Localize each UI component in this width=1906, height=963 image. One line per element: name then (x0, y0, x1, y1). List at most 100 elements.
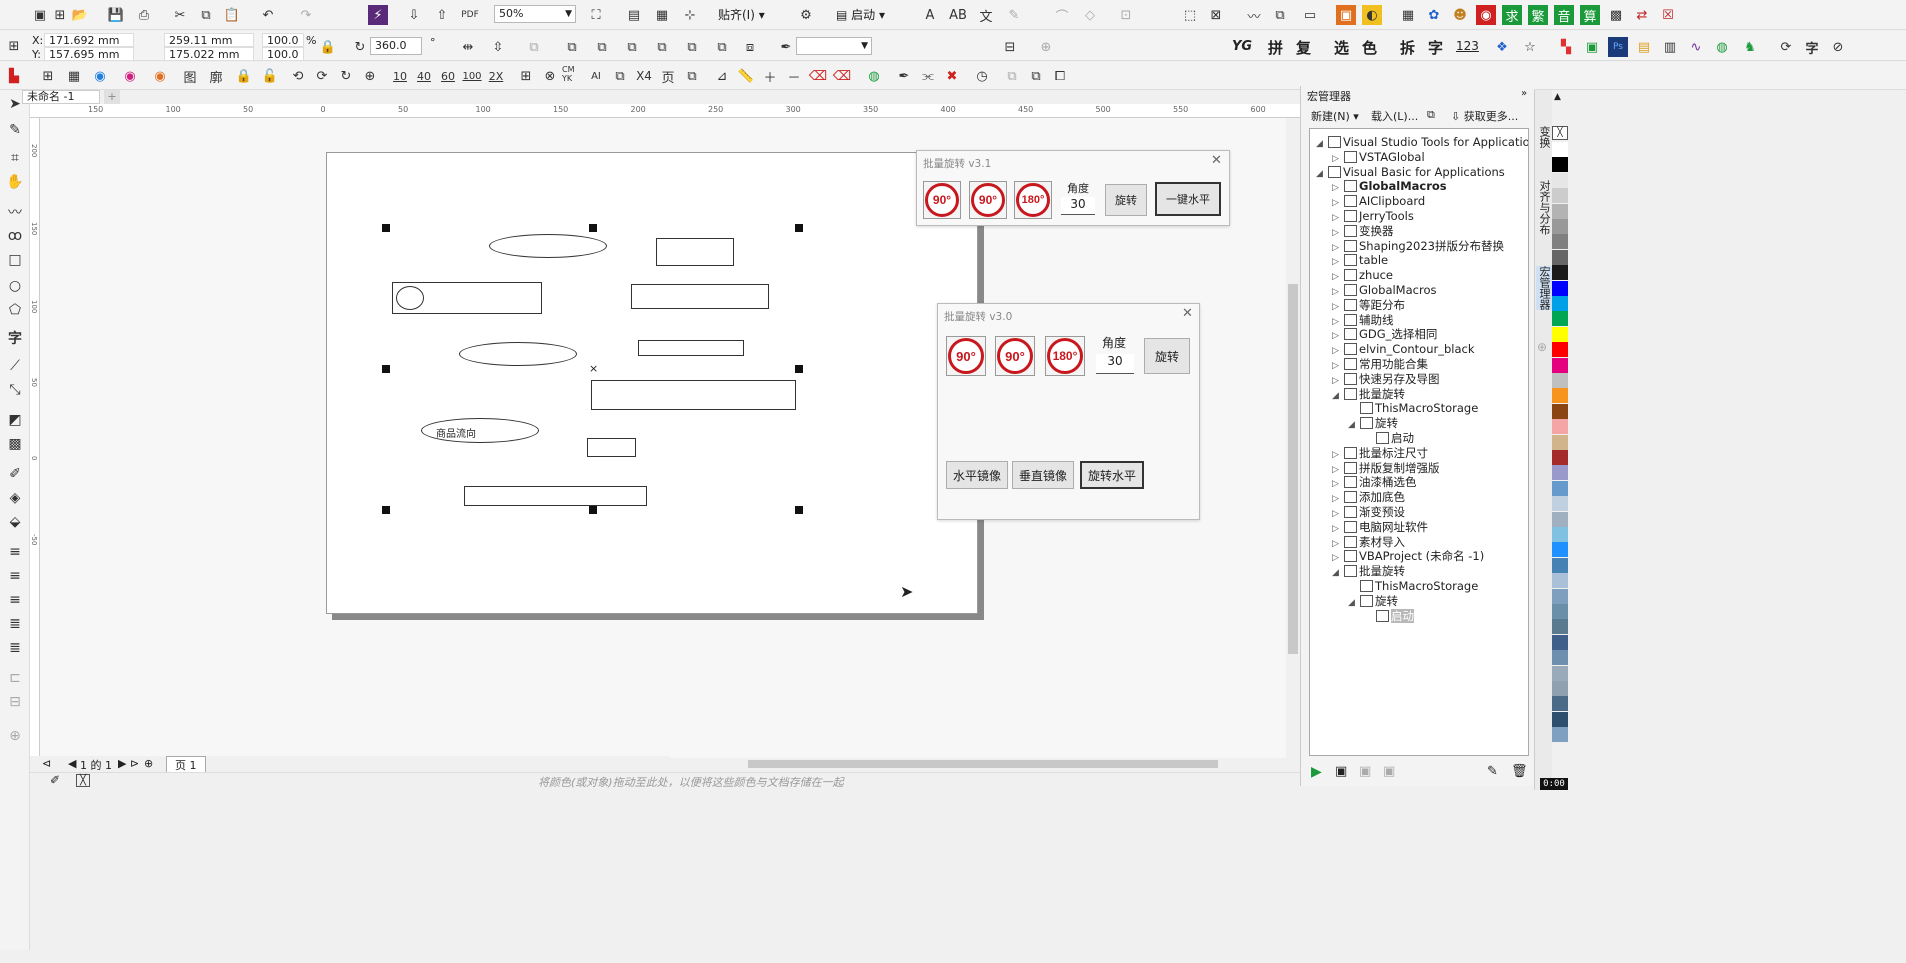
green-logo-icon[interactable]: ◍ (864, 66, 884, 86)
crop-tool-icon[interactable]: ⌗ (2, 146, 28, 170)
new-from-template-icon[interactable]: ⊞ (50, 5, 70, 25)
undo-icon[interactable]: ↶ (258, 5, 278, 25)
rectangle-tool-icon[interactable]: □ (2, 248, 28, 272)
color-swatch[interactable] (1552, 511, 1568, 527)
pen-icon[interactable]: ✎ (1004, 5, 1024, 25)
rotate-cycle-icon[interactable]: ↻ (336, 66, 356, 86)
color-swatch[interactable] (1552, 373, 1568, 388)
color-swatch[interactable] (1552, 311, 1568, 327)
y-position-field[interactable]: 157.695 mm (44, 47, 134, 61)
pen-tool-icon[interactable]: ✒ (894, 66, 914, 86)
print-icon[interactable]: ⎙ (134, 5, 154, 25)
color-swatch[interactable] (1552, 296, 1568, 311)
color-swatch[interactable] (1552, 527, 1568, 542)
color-swatch[interactable] (1552, 619, 1568, 635)
stamp-icon[interactable]: ⧠ (1050, 66, 1070, 86)
selection-handle[interactable] (795, 365, 803, 373)
mirror-horizontal-button[interactable]: 水平镜像 (946, 461, 1008, 489)
copy-icon[interactable]: ⧉ (196, 5, 216, 25)
folder-icon[interactable]: ▤ (1634, 37, 1654, 57)
color-swatch[interactable] (1552, 465, 1568, 481)
mirror-v-icon[interactable]: ⇳ (488, 37, 508, 57)
copy-frame-icon[interactable]: ⧉ (1270, 5, 1290, 25)
unlock-icon[interactable]: 🔓 (260, 66, 280, 86)
tb-60[interactable]: 60 (438, 66, 458, 86)
color-swatch[interactable] (1552, 203, 1568, 219)
delete-macro-icon[interactable]: 🗑 (1511, 764, 1528, 779)
snap-to-button[interactable]: 贴齐(I) ▾ (718, 6, 765, 23)
corel-connect-icon[interactable]: ⚡ (368, 5, 388, 25)
outline-pen-icon[interactable]: ✒ (776, 37, 796, 57)
lock-ratio-icon[interactable]: 🔒 (318, 37, 338, 57)
color-swatch[interactable] (1552, 249, 1568, 265)
qiu-icon[interactable]: 求 (1502, 5, 1522, 25)
horizontal-scrollbar[interactable] (672, 758, 1286, 770)
tu-icon[interactable]: 图 (180, 66, 200, 86)
tb-40[interactable]: 40 (414, 66, 434, 86)
expand-arrow-icon[interactable]: ◢ (1316, 135, 1328, 153)
copy-macro-icon[interactable]: ⧉ (1427, 108, 1435, 122)
rotate-button[interactable]: 旋转 (1105, 184, 1147, 216)
macro-tree-item[interactable]: 启动 (1364, 607, 1414, 625)
tb-100[interactable]: 100 (462, 66, 482, 86)
crosshair-icon[interactable]: ⊗ (540, 66, 560, 86)
yin-icon[interactable]: 音 (1554, 5, 1574, 25)
document-palette-bar[interactable]: ✐ ╳ 将颜色(或对象)拖动至此处，以便将这些颜色与文档存储在一起 (30, 772, 1300, 789)
color-swatch[interactable] (1552, 634, 1568, 650)
bitmap-icon[interactable]: ▭ (1300, 5, 1320, 25)
trim-icon[interactable]: ⧉ (592, 37, 612, 57)
dimension-tool-icon[interactable]: ⟋ (2, 354, 28, 378)
delete-red-icon[interactable]: ✖ (942, 66, 962, 86)
color-swatch[interactable] (1552, 219, 1568, 234)
color-swatch[interactable] (1552, 711, 1568, 727)
shape-tool-icon[interactable]: ✎ (2, 118, 28, 142)
dup-icon[interactable]: ⧉ (1026, 66, 1046, 86)
pdf-icon[interactable]: PDF (460, 5, 480, 25)
side-tab-macro[interactable]: 宏管理器 (1536, 266, 1552, 310)
color-swatch[interactable] (1552, 403, 1568, 419)
red-app-icon[interactable]: ◉ (1476, 5, 1496, 25)
freehand-tool-icon[interactable]: 〰 (2, 200, 28, 224)
new-macro-button[interactable]: 新建(N) ▾ (1311, 108, 1359, 124)
vertical-scrollbar[interactable] (1286, 118, 1300, 758)
align-left-icon[interactable]: ≡ (2, 540, 28, 564)
color-swatch[interactable] (1552, 650, 1568, 666)
color-swatch[interactable] (1552, 388, 1568, 404)
run-macro-icon[interactable]: ▶ (1311, 764, 1322, 780)
close-box-icon[interactable]: ☒ (1658, 5, 1678, 25)
show-rulers-icon[interactable]: ▤ (624, 5, 644, 25)
edit-macro-icon[interactable]: ✎ (1487, 764, 1498, 779)
prev-page-icon[interactable]: ◀ (68, 757, 76, 770)
erase-icon[interactable]: ⊘ (1828, 37, 1848, 57)
shadow-tool-icon[interactable]: ◩ (2, 408, 28, 432)
color-swatch[interactable] (1552, 573, 1568, 589)
ellipse-shape[interactable] (489, 234, 607, 258)
selection-handle[interactable] (382, 224, 390, 232)
color-swatch[interactable] (1552, 542, 1568, 558)
zoom-select[interactable]: 50% ▼ (494, 5, 576, 23)
launch-button[interactable]: ▤ 启动 ▾ (836, 6, 885, 23)
page-layout-icon[interactable]: ⧉ (682, 66, 702, 86)
expand-arrow-icon[interactable]: ◢ (1348, 594, 1360, 612)
expand-arrow-icon[interactable]: ◢ (1348, 416, 1360, 434)
add-dock-icon[interactable]: ⊕ (1537, 340, 1547, 354)
color-swatch[interactable] (1552, 342, 1568, 358)
tb-ye[interactable]: 页 (658, 66, 678, 86)
document-tab[interactable]: 未命名 -1 (22, 90, 100, 104)
refresh-icon[interactable]: ⟳ (1776, 37, 1796, 57)
front-minus-back-icon[interactable]: ⧉ (682, 37, 702, 57)
back-minus-front-icon[interactable]: ⧉ (712, 37, 732, 57)
redo-icon[interactable]: ↷ (296, 5, 316, 25)
align-right-icon[interactable]: ≡ (2, 588, 28, 612)
logo-orange-icon[interactable]: ◉ (150, 66, 170, 86)
color-swatch[interactable] (1552, 496, 1568, 512)
options-gear-icon[interactable]: ⚙ (796, 5, 816, 25)
align-icon[interactable]: ⊟ (1000, 37, 1020, 57)
color-swatch[interactable] (1552, 172, 1568, 188)
rectangle-shape[interactable] (631, 284, 769, 309)
rectangle-shape[interactable] (464, 486, 647, 506)
text-ellipse-shape[interactable]: 商品流向 (421, 418, 539, 443)
rotate-button[interactable]: 旋转 (1144, 338, 1190, 374)
plugin-a-icon[interactable]: ▣ (1336, 5, 1356, 25)
color-pick-icon[interactable]: ▚ (1556, 37, 1576, 57)
